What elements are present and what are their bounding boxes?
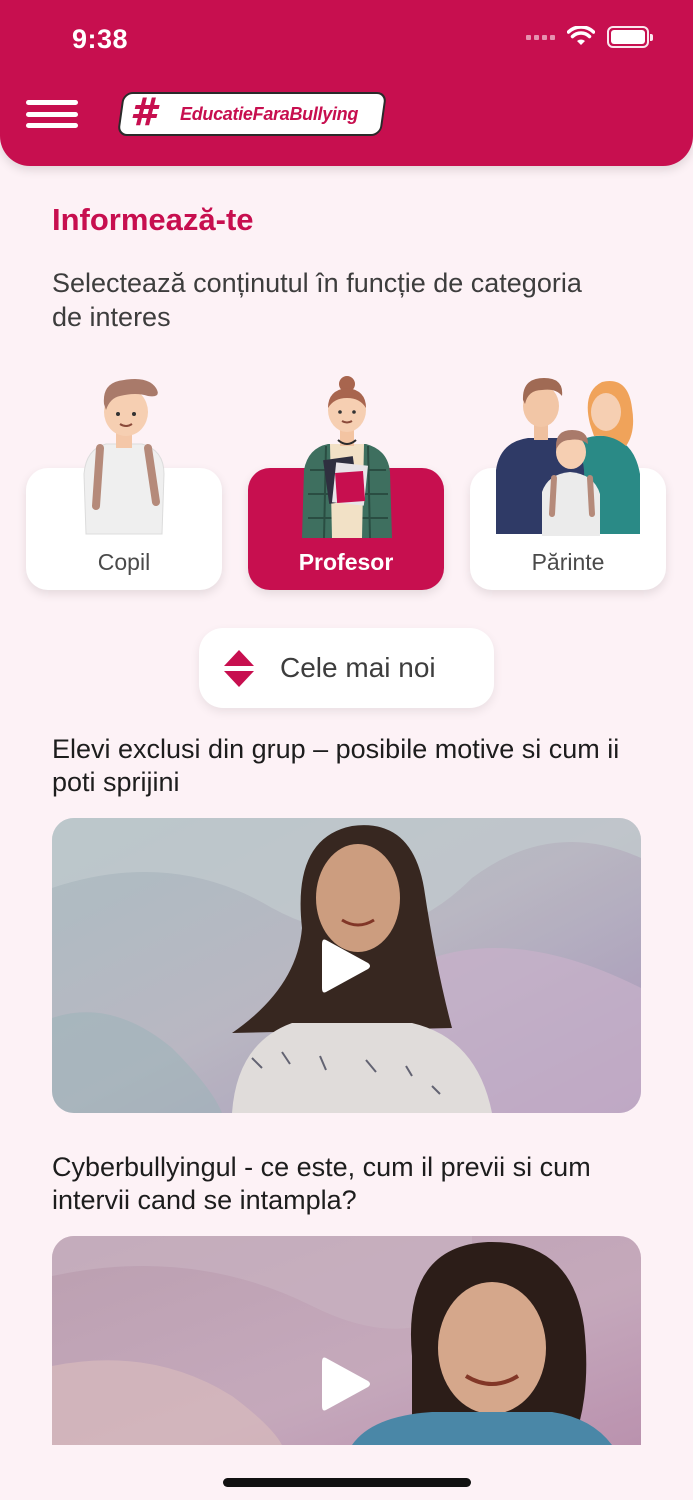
category-label: Profesor <box>298 549 394 575</box>
child-illustration-icon <box>83 379 165 535</box>
app-logo[interactable]: # EducatieFaraBullying <box>106 90 388 140</box>
video-thumbnail[interactable] <box>52 818 641 1113</box>
sort-updown-icon <box>224 650 254 687</box>
article-title[interactable]: Elevi exclusi din grup – posibile motive… <box>52 733 642 799</box>
app-header: 9:38 # EducatieFaraBullying <box>0 0 693 166</box>
menu-bar <box>26 100 78 105</box>
menu-bar <box>26 123 78 128</box>
page-subtitle: Selectează conținutul în funcție de cate… <box>52 268 582 332</box>
category-label: Părinte <box>531 549 605 575</box>
wifi-icon <box>567 26 595 45</box>
video-thumbnail[interactable] <box>52 1236 641 1445</box>
play-icon[interactable] <box>320 936 372 996</box>
status-icons <box>526 26 653 48</box>
article-title[interactable]: Cyberbullyingul - ce este, cum il previi… <box>52 1151 642 1217</box>
logo-text: EducatieFaraBullying <box>180 104 359 124</box>
home-indicator[interactable] <box>223 1478 471 1487</box>
parents-illustration-icon <box>496 378 640 536</box>
cellular-signal-icon <box>526 34 555 40</box>
sort-label: Cele mai noi <box>280 652 436 683</box>
category-label: Copil <box>97 549 151 575</box>
logo-hash-icon: # <box>130 90 157 134</box>
status-time: 9:38 <box>72 24 129 54</box>
play-icon[interactable] <box>320 1354 372 1414</box>
battery-icon <box>607 26 653 48</box>
menu-bar <box>26 111 78 117</box>
sort-button[interactable]: Cele mai noi <box>199 628 494 708</box>
menu-button[interactable] <box>26 100 78 128</box>
page-title: Informează-te <box>52 202 254 237</box>
teacher-illustration-icon <box>302 376 392 539</box>
